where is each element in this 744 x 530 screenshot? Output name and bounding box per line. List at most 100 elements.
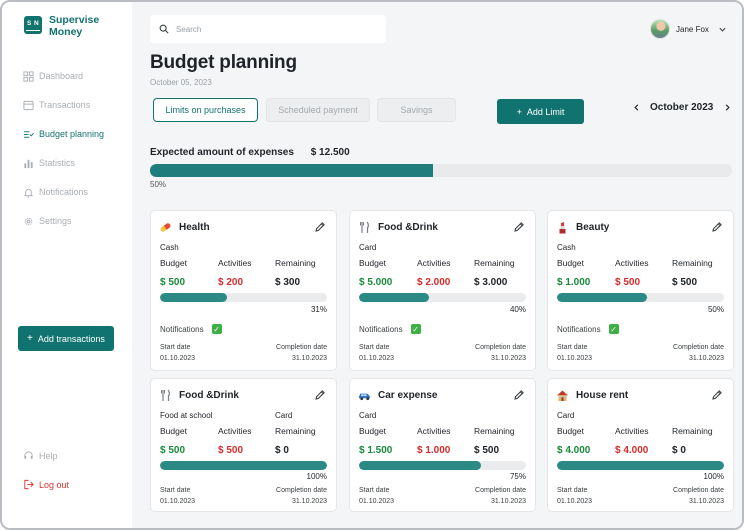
bell-icon — [23, 188, 34, 198]
start-date-value: 01.10.2023 — [160, 498, 196, 505]
logo-letter-n: N — [34, 20, 39, 27]
fork-knife-icon — [358, 221, 371, 234]
start-date-label: Start date — [359, 487, 390, 494]
chevron-right-icon[interactable] — [721, 101, 733, 113]
card-title: Car expense — [378, 390, 438, 401]
remaining-value: $ 300 — [275, 277, 301, 288]
tab-limits-on-purchases[interactable]: Limits on purchases — [153, 98, 258, 122]
checkbox-checked-icon[interactable]: ✓ — [211, 324, 222, 334]
budget-value: $ 500 — [160, 445, 186, 456]
house-icon — [556, 389, 569, 402]
notifications-label: Notifications — [557, 324, 601, 334]
logout-button[interactable]: Log out — [23, 479, 69, 490]
sidebar-item-label: Statistics — [39, 158, 76, 168]
add-transactions-button[interactable]: + Add transactions — [18, 326, 114, 351]
budget-card[interactable]: Food &Drink Card Budget Activities Remaining… — [349, 210, 536, 371]
app-window: S N Supervise Money Dashboard Transactio… — [0, 0, 744, 530]
card-title: Beauty — [576, 222, 610, 233]
start-date-value: 01.10.2023 — [557, 355, 593, 362]
start-date-value: 01.10.2023 — [557, 498, 593, 505]
budget-card[interactable]: House rent Card Budget Activities Remaining $… — [547, 378, 734, 512]
activities-value: $ 500 — [218, 445, 244, 456]
completion-date-value: 31.10.2023 — [291, 355, 327, 362]
card-percent: 50% — [707, 305, 724, 314]
lipstick-icon — [556, 221, 569, 234]
remaining-label: Remaining — [474, 426, 515, 436]
expected-amount: $ 12.500 — [310, 147, 350, 158]
budget-card[interactable]: Beauty Cash Budget Activities Remaining $ 1.0… — [547, 210, 734, 371]
sidebar-item-notifications[interactable]: Notifications — [23, 185, 104, 199]
search-input[interactable]: Search — [150, 15, 386, 43]
remaining-value: $ 3.000 — [474, 277, 508, 288]
notifications-row: Notifications ✓ — [557, 324, 619, 334]
card-progress-bar — [359, 293, 526, 302]
budget-icon — [23, 130, 34, 138]
edit-icon[interactable] — [711, 389, 723, 401]
brand-name-line2: Money — [49, 26, 83, 38]
completion-date-value: 31.10.2023 — [291, 498, 327, 505]
dashboard-icon — [23, 70, 34, 82]
budget-card[interactable]: Health Cash Budget Activities Remaining $ 500… — [150, 210, 337, 371]
activities-value: $ 200 — [218, 277, 244, 288]
budget-card[interactable]: Food &Drink Food at school Card Budget Activ… — [150, 378, 337, 512]
card-header: Car expense — [358, 389, 437, 402]
sidebar-nav: Dashboard Transactions Budget planning S… — [23, 69, 104, 243]
notifications-row: Notifications ✓ — [160, 324, 222, 334]
checkbox-checked-icon[interactable]: ✓ — [608, 324, 619, 334]
payment-method: Cash — [160, 243, 179, 252]
card-title: Health — [179, 222, 210, 233]
user-menu[interactable]: Jane Fox — [650, 19, 727, 39]
start-date-value: 01.10.2023 — [359, 498, 395, 505]
edit-icon[interactable] — [711, 221, 723, 233]
tab-scheduled-payment[interactable]: Scheduled payment — [266, 98, 370, 122]
sidebar-item-statistics[interactable]: Statistics — [23, 156, 104, 170]
card-header: House rent — [556, 389, 628, 402]
sidebar-item-label: Settings — [39, 216, 72, 226]
card-header: Beauty — [556, 221, 609, 234]
payment-method: Card — [557, 411, 575, 420]
card-title: Food &Drink — [179, 390, 239, 401]
chevron-left-icon[interactable] — [630, 101, 642, 113]
sidebar-item-transactions[interactable]: Transactions — [23, 98, 104, 112]
card-progress-bar — [160, 293, 327, 302]
expected-progress-bar — [150, 164, 732, 177]
card-percent: 100% — [703, 472, 724, 481]
checkbox-checked-icon[interactable]: ✓ — [410, 324, 421, 334]
payment-method: Card — [359, 411, 377, 420]
month-selector: October 2023 — [630, 101, 733, 113]
card-progress-fill — [359, 293, 430, 302]
remaining-label: Remaining — [275, 426, 316, 436]
card-progress-fill — [359, 461, 481, 470]
sidebar-item-budget-planning[interactable]: Budget planning — [23, 127, 104, 141]
edit-icon[interactable] — [513, 221, 525, 233]
start-date-value: 01.10.2023 — [160, 355, 196, 362]
sidebar-item-label: Transactions — [39, 100, 91, 110]
statistics-icon — [24, 159, 33, 168]
sidebar-item-dashboard[interactable]: Dashboard — [23, 69, 104, 83]
budget-card[interactable]: Car expense Card Budget Activities Remaining… — [349, 378, 536, 512]
budget-label: Budget — [160, 258, 187, 268]
expected-progress-fill — [150, 164, 434, 177]
budget-label: Budget — [160, 426, 187, 436]
notifications-row: Notifications ✓ — [359, 324, 421, 334]
card-progress-fill — [557, 293, 648, 302]
remaining-label: Remaining — [672, 258, 713, 268]
sidebar-item-settings[interactable]: Settings — [23, 214, 104, 228]
remaining-label: Remaining — [474, 258, 515, 268]
expected-label: Expected amount of expenses — [150, 147, 294, 158]
start-date-label: Start date — [557, 344, 588, 351]
completion-date-value: 31.10.2023 — [688, 498, 724, 505]
search-icon — [159, 24, 169, 34]
edit-icon[interactable] — [314, 389, 326, 401]
brand[interactable]: S N Supervise Money — [24, 14, 99, 38]
tab-savings[interactable]: Savings — [377, 98, 456, 122]
budget-label: Budget — [359, 258, 386, 268]
completion-date-label: Completion date — [475, 344, 526, 351]
add-limit-button[interactable]: + Add Limit — [497, 99, 584, 124]
chevron-down-icon — [719, 27, 726, 32]
card-header: Food &Drink — [159, 389, 239, 402]
help-link[interactable]: Help — [23, 450, 58, 461]
edit-icon[interactable] — [513, 389, 525, 401]
page-title: Budget planning — [150, 52, 297, 73]
edit-icon[interactable] — [314, 221, 326, 233]
